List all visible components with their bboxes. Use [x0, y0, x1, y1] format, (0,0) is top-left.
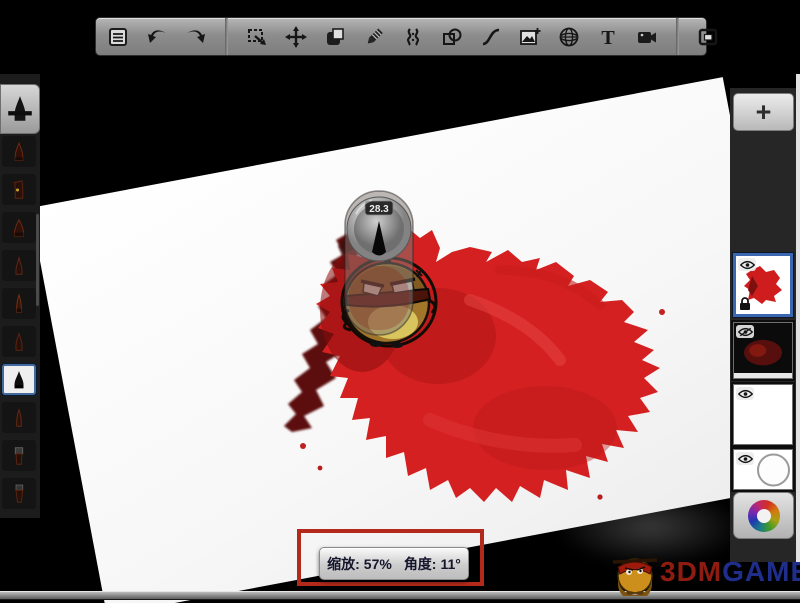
text-tool-icon[interactable]: T	[596, 25, 620, 49]
symmetry-icon[interactable]	[401, 25, 425, 49]
panel-right-edge	[796, 74, 800, 562]
layer-4[interactable]	[733, 449, 793, 490]
selection-transform-icon[interactable]	[245, 25, 269, 49]
brush-scrollbar[interactable]	[36, 214, 39, 306]
watermark-text-3dm: 3DM	[660, 556, 722, 588]
color-wheel-icon	[748, 500, 780, 532]
move-icon[interactable]	[284, 25, 308, 49]
stroke-style-icon[interactable]	[479, 25, 503, 49]
brush-size-icon	[7, 94, 33, 124]
brush-item[interactable]	[2, 174, 36, 205]
layer-1-lock-icon[interactable]	[738, 296, 752, 312]
brush-item[interactable]	[2, 288, 36, 319]
brush-size-hud[interactable]: 28.3	[342, 188, 416, 338]
watermark-text-game: GAME	[722, 556, 800, 588]
layer-4-visibility-icon[interactable]	[736, 452, 754, 465]
image-import-icon[interactable]	[518, 25, 542, 49]
zoom-value: 57%	[364, 556, 392, 572]
brush-size-value: 28.3	[369, 204, 389, 215]
toolbar-divider	[225, 18, 228, 55]
zoom-label: 缩放:	[327, 554, 360, 574]
undo-icon[interactable]	[145, 25, 169, 49]
layer-3[interactable]	[733, 384, 793, 445]
brush-item[interactable]	[2, 250, 36, 281]
grid-menu-icon[interactable]	[106, 25, 130, 49]
layer-2-visibility-off-icon[interactable]	[736, 325, 754, 338]
current-brush-puck[interactable]	[0, 84, 40, 134]
layers-panel: +	[730, 88, 796, 562]
angle-value: 11°	[440, 556, 460, 572]
app-window: 28.3	[0, 0, 800, 603]
add-layer-label: +	[756, 99, 772, 126]
layer-4-circle-shape	[757, 453, 790, 486]
brush-item[interactable]	[2, 326, 36, 357]
layer-1-visibility-icon[interactable]	[738, 258, 756, 271]
brush-item-selected[interactable]	[2, 364, 36, 395]
add-layer-button[interactable]: +	[733, 93, 794, 131]
bird-mascot-icon	[610, 548, 660, 596]
brush-panel	[0, 74, 40, 518]
canvas-copy-icon[interactable]	[323, 25, 347, 49]
main-toolbar: T	[95, 17, 707, 56]
window-mode-icon[interactable]	[696, 25, 720, 49]
brush-pencil-icon[interactable]	[362, 25, 386, 49]
camera-icon[interactable]	[635, 25, 659, 49]
toolbar-divider	[676, 18, 679, 55]
sphere-3d-icon[interactable]	[557, 25, 581, 49]
brush-item[interactable]	[2, 212, 36, 243]
color-puck[interactable]	[733, 492, 794, 539]
layer-2[interactable]	[733, 322, 793, 379]
layer-2-canvas-strip	[734, 373, 792, 378]
layer-1[interactable]	[733, 253, 793, 317]
layer-3-visibility-icon[interactable]	[736, 387, 754, 400]
brush-item[interactable]	[2, 478, 36, 509]
angle-label: 角度:	[404, 554, 437, 574]
redo-icon[interactable]	[184, 25, 208, 49]
svg-text:T: T	[601, 27, 615, 48]
canvas-status-tooltip: 缩放: 57% 角度: 11°	[319, 547, 469, 580]
brush-item[interactable]	[2, 136, 36, 167]
watermark: 3DM GAME	[610, 548, 800, 596]
shapes-icon[interactable]	[440, 25, 464, 49]
brush-item[interactable]	[2, 440, 36, 471]
brush-item[interactable]	[2, 402, 36, 433]
